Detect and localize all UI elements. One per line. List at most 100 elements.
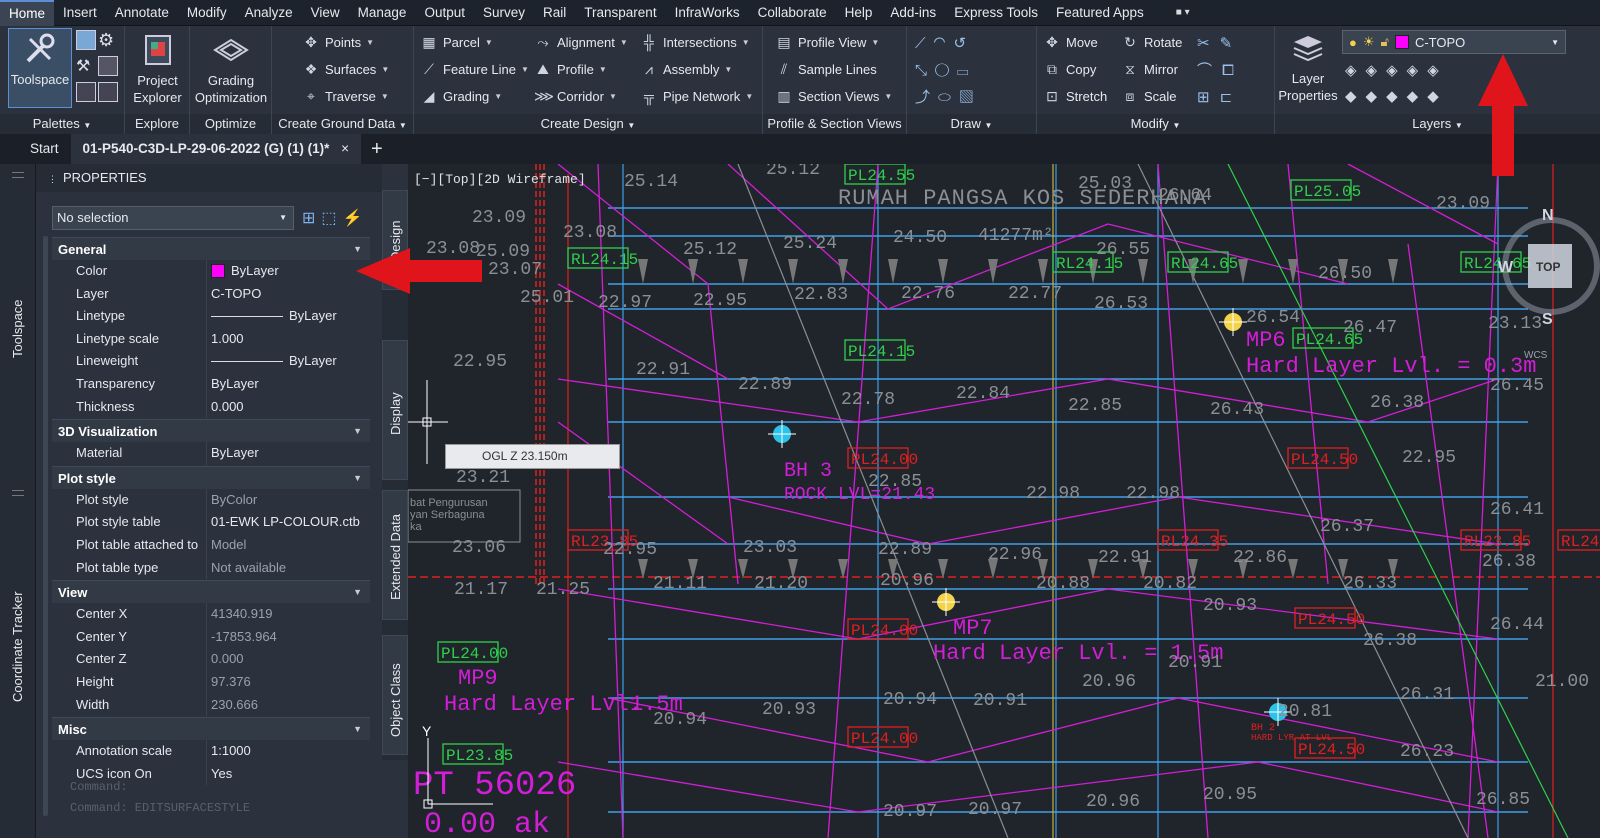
mirror-button[interactable]: ⧖ Mirror — [1121, 58, 1178, 80]
menu-annotate[interactable]: Annotate — [106, 0, 178, 26]
parcel-button[interactable]: ▦ Parcel ▼ — [420, 31, 492, 53]
property-row[interactable]: Thickness 0.000 — [52, 395, 370, 419]
undo-arc-icon[interactable]: ↺ — [954, 35, 975, 52]
coordinate-tracker-tab[interactable]: Coordinate Tracker — [10, 591, 25, 702]
property-row[interactable]: Color ByLayer — [52, 260, 370, 283]
toggle-pickadd-icon[interactable]: ⊞ — [302, 210, 321, 227]
circle-icon[interactable]: ◯ — [935, 62, 957, 79]
gear-icon[interactable]: ⚙ — [98, 30, 118, 50]
section-view[interactable]: View ▼ — [52, 580, 370, 604]
palettes-panel-title[interactable]: Palettes ▼ — [0, 114, 124, 134]
property-value[interactable]: 0.000 — [207, 396, 370, 419]
rotate-button[interactable]: ↻ Rotate — [1121, 31, 1182, 53]
layer-freeze-icon[interactable]: ◆ — [1366, 88, 1387, 105]
selection-dropdown[interactable]: No selection ▼ — [52, 206, 294, 230]
property-value[interactable]: 1:1000 — [207, 740, 370, 763]
ellipse-icon[interactable]: ⬭ — [938, 89, 959, 106]
points-button[interactable]: ✥ Points ▼ — [302, 31, 374, 53]
grading-button[interactable]: ◢ Grading ▼ — [420, 85, 503, 107]
trim-icon[interactable]: ✂ — [1197, 35, 1220, 52]
property-row[interactable]: Plot style ByColor — [52, 488, 370, 512]
section-general[interactable]: General ▼ — [52, 237, 370, 260]
side-tab-object-class[interactable]: Object Class — [382, 635, 408, 755]
layer-merge-icon[interactable]: ◆ — [1427, 88, 1448, 105]
tab-start[interactable]: Start — [0, 134, 71, 164]
layer-lock-icon[interactable]: ◆ — [1407, 88, 1428, 105]
property-row[interactable]: Linetype ByLayer — [52, 305, 370, 328]
property-row[interactable]: Plot table type Not available — [52, 556, 370, 580]
menu-view[interactable]: View — [302, 0, 349, 26]
assembly-button[interactable]: ⩘ Assembly ▼ — [640, 58, 732, 80]
feature-line-button[interactable]: ⟋ Feature Line ▼ — [420, 58, 529, 80]
layer-off-icon[interactable]: ◆ — [1345, 88, 1366, 105]
property-row[interactable]: Center X 41340.919 — [52, 603, 370, 626]
fillet-icon[interactable]: ⌒ — [1197, 62, 1222, 79]
viewport-controls[interactable]: [−][Top][2D Wireframe] — [414, 172, 586, 187]
grid-palette-icon[interactable] — [76, 82, 96, 102]
section-plot-style[interactable]: Plot style ▼ — [52, 465, 370, 490]
grip-icon[interactable] — [12, 172, 24, 178]
menu-output[interactable]: Output — [415, 0, 474, 26]
property-row[interactable]: Width 230.666 — [52, 693, 370, 717]
layer-prev-icon[interactable]: ◈ — [1366, 62, 1387, 79]
explode-icon[interactable]: ⧠ — [1222, 62, 1244, 79]
menu-modify[interactable]: Modify — [178, 0, 236, 26]
menu-transparent[interactable]: Transparent — [575, 0, 665, 26]
properties-header[interactable]: ⋮ PROPERTIES — [36, 164, 382, 192]
spline-icon[interactable]: ⤴ — [915, 89, 938, 106]
modify-panel-title[interactable]: Modify ▼ — [1037, 114, 1274, 134]
quick-access-menu[interactable]: ■ ▾ — [1167, 0, 1199, 26]
drawing-canvas[interactable]: RUMAH PANGSA KOS SEDERHANA 41277m² BH 3 ROC… — [408, 164, 1600, 838]
toolspace-tab[interactable]: Toolspace — [10, 299, 25, 358]
menu-rail[interactable]: Rail — [534, 0, 575, 26]
property-row[interactable]: Plot style table 01-EWK LP-COLOUR.ctb — [52, 511, 370, 534]
tool-palette-icon[interactable]: ⚒ — [76, 56, 96, 76]
offset-icon[interactable]: ⊏ — [1220, 89, 1243, 106]
select-objects-icon[interactable]: ⬚ — [321, 210, 342, 227]
pipe-network-button[interactable]: ╦ Pipe Network ▼ — [640, 85, 753, 107]
close-icon[interactable]: × — [341, 141, 349, 156]
property-row[interactable]: Transparency ByLayer — [52, 372, 370, 396]
property-value[interactable]: -17853.964 — [207, 626, 370, 649]
traverse-button[interactable]: ⌖ Traverse ▼ — [302, 85, 389, 107]
side-tab-extended-data[interactable]: Extended Data — [382, 490, 408, 620]
erase-icon[interactable]: ✎ — [1220, 35, 1243, 52]
property-value[interactable]: 41340.919 — [207, 603, 370, 626]
line-icon[interactable]: ⟋ — [915, 35, 934, 52]
property-row[interactable]: Annotation scale 1:1000 — [52, 740, 370, 763]
layer-match-icon[interactable]: ◈ — [1345, 62, 1366, 79]
property-value[interactable]: ByColor — [207, 489, 370, 512]
collapse-icon[interactable]: ▼ — [353, 420, 362, 443]
polyline-icon[interactable]: ⤡ — [915, 62, 935, 79]
corridor-button[interactable]: ⋙ Corridor ▼ — [534, 85, 617, 107]
palette-scrollbar[interactable] — [43, 236, 48, 816]
profile-button[interactable]: ⛰ Profile ▼ — [534, 58, 607, 80]
property-value[interactable]: 230.666 — [207, 694, 370, 717]
surfaces-button[interactable]: ❖ Surfaces ▼ — [302, 58, 390, 80]
property-value[interactable]: 0.000 — [207, 648, 370, 671]
property-row[interactable]: Layer C-TOPO — [52, 282, 370, 306]
menu-featured-apps[interactable]: Featured Apps — [1047, 0, 1153, 26]
property-row[interactable]: Linetype scale 1.000 — [52, 327, 370, 351]
copy-button[interactable]: ⧉ Copy — [1043, 58, 1096, 80]
intersections-button[interactable]: ╬ Intersections ▼ — [640, 31, 750, 53]
collapse-icon[interactable]: ▼ — [353, 581, 362, 604]
property-value[interactable]: 01-EWK LP-COLOUR.ctb — [207, 511, 370, 534]
rectangle-icon[interactable]: ▭ — [957, 62, 976, 79]
toolspace-button[interactable]: Toolspace — [8, 28, 72, 108]
alignment-button[interactable]: ⤳ Alignment ▼ — [534, 31, 627, 53]
layers-panel-title[interactable]: Layers ▼ — [1275, 114, 1600, 134]
layer-unlock-icon[interactable]: ◈ — [1407, 62, 1428, 79]
project-explorer-button[interactable]: Project Explorer — [125, 32, 190, 106]
section-misc[interactable]: Misc ▼ — [52, 717, 370, 741]
menu-analyze[interactable]: Analyze — [236, 0, 302, 26]
collapse-icon[interactable]: ▼ — [353, 467, 362, 490]
property-value[interactable]: Model — [207, 534, 370, 557]
layer-iso-icon[interactable]: ◈ — [1386, 62, 1407, 79]
menu-home[interactable]: Home — [0, 0, 55, 26]
property-row[interactable]: Material ByLayer — [52, 442, 370, 465]
property-row[interactable]: Center Z 0.000 — [52, 648, 370, 671]
menu-help[interactable]: Help — [836, 0, 882, 26]
property-value[interactable]: ByLayer — [207, 442, 370, 465]
layer-properties-button[interactable]: Layer Properties — [1275, 30, 1341, 104]
